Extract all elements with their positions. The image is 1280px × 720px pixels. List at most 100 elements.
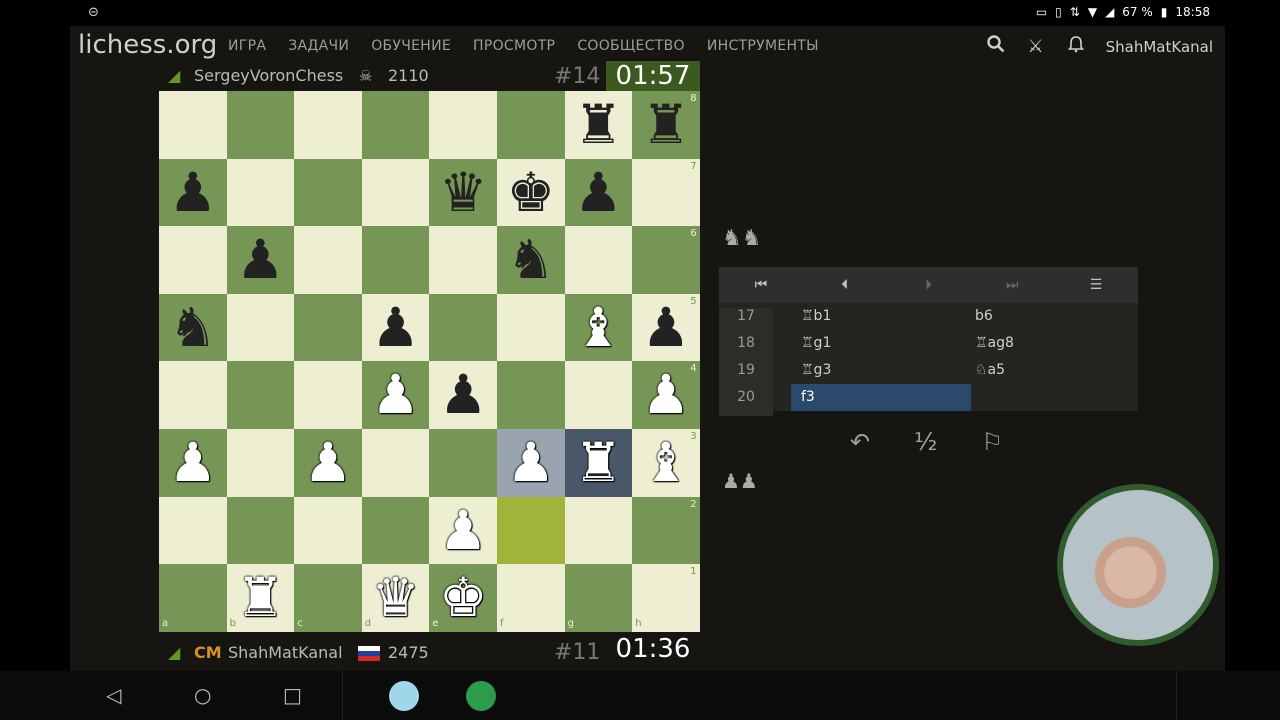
square-c7[interactable]: [294, 158, 362, 227]
player-tournament-rank: #11: [554, 640, 601, 665]
square-e8[interactable]: [429, 91, 497, 159]
square-f8[interactable]: [497, 91, 565, 159]
square-a6[interactable]: [159, 226, 227, 294]
last-move-icon[interactable]: ⏭: [992, 277, 1032, 293]
square-e6[interactable]: [429, 226, 497, 294]
square-c1[interactable]: [294, 564, 362, 632]
square-c2[interactable]: [294, 496, 362, 565]
prev-move-icon[interactable]: ⏴: [825, 277, 865, 293]
takeback-icon[interactable]: ↶: [850, 428, 870, 456]
black-pawn-g7[interactable]: ♟: [565, 159, 633, 227]
back-icon[interactable]: ◁: [106, 683, 121, 707]
square-e3[interactable]: [429, 429, 497, 497]
square-d3[interactable]: [361, 429, 430, 497]
white-queen-d1[interactable]: ♛: [362, 564, 430, 632]
white-pawn-d4[interactable]: ♟: [362, 361, 430, 429]
square-c5[interactable]: [294, 293, 362, 362]
square-f5[interactable]: [497, 293, 565, 362]
black-queen-e7[interactable]: ♛: [429, 159, 497, 227]
square-b5[interactable]: [226, 293, 295, 362]
menu-item-tools[interactable]: ИНСТРУМЕНТЫ: [707, 38, 819, 54]
connection-icon: ◢: [168, 643, 181, 662]
home-icon[interactable]: ○: [194, 683, 211, 707]
square-a1[interactable]: [159, 564, 227, 632]
bird-app-icon[interactable]: [389, 681, 419, 711]
white-king-e1[interactable]: ♚: [429, 564, 497, 632]
white-move[interactable]: ♖g3: [791, 357, 971, 384]
white-move-current[interactable]: f3: [791, 384, 971, 411]
bell-icon[interactable]: [1066, 35, 1086, 58]
opponent-name[interactable]: SergeyVoronChess: [194, 66, 343, 85]
black-move[interactable]: ♖ag8: [965, 330, 1145, 357]
black-pawn-b6[interactable]: ♟: [227, 226, 295, 294]
recents-icon[interactable]: □: [283, 683, 302, 707]
menu-item-puzzles[interactable]: ЗАДАЧИ: [288, 38, 349, 54]
player-clock: 01:36: [615, 634, 691, 664]
hamburger-icon[interactable]: ☰: [1076, 277, 1116, 293]
square-b4[interactable]: [226, 361, 295, 429]
site-logo[interactable]: lichess.org: [78, 30, 217, 60]
square-a2[interactable]: [159, 496, 227, 565]
square-g1[interactable]: [564, 564, 633, 632]
black-knight-a5[interactable]: ♞: [159, 294, 227, 362]
user-menu[interactable]: ShahMatKanal: [1106, 38, 1213, 56]
square-g2[interactable]: [564, 496, 633, 565]
square-c6[interactable]: [294, 226, 362, 294]
divider: [1176, 671, 1177, 720]
player-name[interactable]: ShahMatKanal: [228, 643, 343, 662]
square-e5[interactable]: [429, 293, 497, 362]
white-bishop-g5[interactable]: ♝: [565, 294, 633, 362]
crossed-swords-icon[interactable]: ⚔: [1026, 36, 1046, 57]
black-move[interactable]: b6: [965, 303, 1145, 330]
menu-item-watch[interactable]: ПРОСМОТР: [473, 38, 555, 54]
black-pawn-d5[interactable]: ♟: [362, 294, 430, 362]
square-b8[interactable]: [226, 91, 295, 159]
menu-item-community[interactable]: СООБЩЕСТВО: [577, 38, 685, 54]
square-f4[interactable]: [497, 361, 565, 429]
square-f1[interactable]: [497, 564, 565, 632]
black-pawn-h5[interactable]: ♟: [632, 294, 700, 362]
white-pawn-c3[interactable]: ♟: [294, 429, 362, 497]
white-move[interactable]: ♖b1: [791, 303, 971, 330]
square-b7[interactable]: [226, 158, 295, 227]
next-move-icon[interactable]: ⏵: [908, 277, 948, 293]
white-rook-g3[interactable]: ♜: [565, 429, 633, 497]
square-a8[interactable]: [159, 91, 227, 159]
black-king-f7[interactable]: ♚: [497, 159, 565, 227]
draw-offer-button[interactable]: ½: [914, 428, 937, 456]
white-rook-b1[interactable]: ♜: [227, 564, 295, 632]
square-d7[interactable]: [361, 158, 430, 227]
square-g4[interactable]: [564, 361, 633, 429]
square-d2[interactable]: [361, 496, 430, 565]
black-move[interactable]: ♘a5: [965, 357, 1145, 384]
black-pawn-a7[interactable]: ♟: [159, 159, 227, 227]
search-icon[interactable]: [986, 35, 1006, 58]
white-bishop-h3[interactable]: ♝: [632, 429, 700, 497]
chess-board[interactable]: 8 7 6 5 4 3 2 a b c d e f g 1 h ♜ ♜ ♟ ♛ ♚ ♟ ♟ ♞ ♞ ♟ ♝ ♟ ♟ ♟ ♟ ♟ ♟ ♟ ♜ ♝ ♟ ♜ ♛ ♚: [159, 91, 700, 632]
white-pawn-h4[interactable]: ♟: [632, 361, 700, 429]
square-d8[interactable]: [361, 91, 430, 159]
square-b3[interactable]: [226, 429, 295, 497]
square-c4[interactable]: [294, 361, 362, 429]
black-knight-f6[interactable]: ♞: [497, 226, 565, 294]
green-app-icon[interactable]: [466, 681, 496, 711]
menu-item-learn[interactable]: ОБУЧЕНИЕ: [371, 38, 451, 54]
white-move[interactable]: ♖g1: [791, 330, 971, 357]
black-rook-g8[interactable]: ♜: [565, 91, 633, 159]
square-f2[interactable]: [497, 496, 565, 565]
white-pawn-e2[interactable]: ♟: [429, 497, 497, 565]
black-move[interactable]: [965, 384, 1145, 411]
resign-flag-icon[interactable]: ⚐: [981, 428, 1003, 456]
square-b2[interactable]: [226, 496, 295, 565]
square-g6[interactable]: [564, 226, 633, 294]
black-pawn-e4[interactable]: ♟: [429, 361, 497, 429]
white-pawn-f3[interactable]: ♟: [497, 429, 565, 497]
square-a4[interactable]: [159, 361, 227, 429]
first-move-icon[interactable]: ⏮: [741, 277, 781, 293]
square-c8[interactable]: [294, 91, 362, 159]
square-d6[interactable]: [361, 226, 430, 294]
menu-item-play[interactable]: ИГРА: [228, 38, 266, 54]
white-pawn-a3[interactable]: ♟: [159, 429, 227, 497]
black-rook-h8[interactable]: ♜: [632, 91, 700, 159]
move-row: 20 f3: [719, 384, 1138, 416]
